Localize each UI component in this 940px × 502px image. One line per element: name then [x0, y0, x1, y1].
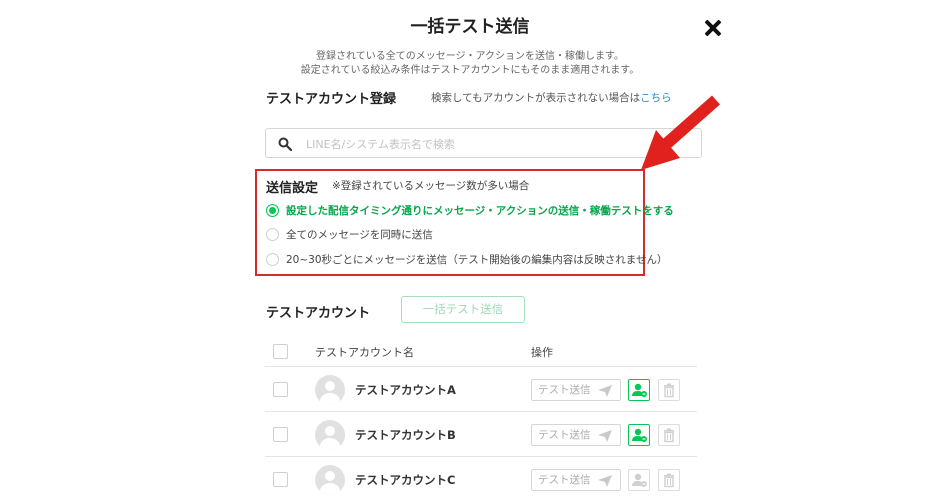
radio-label: 設定した配信タイミング通りにメッセージ・アクションの送信・稼働テストをする	[286, 204, 674, 217]
user-add-icon	[632, 473, 647, 487]
test-send-label: テスト送信	[538, 384, 591, 396]
send-settings-note: ※登録されているメッセージ数が多い場合	[332, 180, 530, 192]
trash-icon	[664, 383, 674, 398]
test-send-button[interactable]: テスト送信	[531, 379, 621, 401]
radio-option-simultaneous[interactable]: 全てのメッセージを同時に送信	[266, 226, 433, 242]
trash-icon	[664, 428, 674, 443]
dialog-description-line1: 登録されている全てのメッセージ・アクションを送信・稼働します。	[316, 51, 624, 62]
search-input[interactable]	[304, 132, 688, 156]
paper-plane-icon	[598, 430, 612, 442]
search-icon	[278, 137, 292, 151]
avatar	[315, 465, 345, 495]
radio-option-interval[interactable]: 20~30秒ごとにメッセージを送信（テスト開始後の編集内容は反映されません）	[266, 251, 668, 267]
test-accounts-title: テストアカウント	[266, 306, 371, 321]
paper-plane-icon	[598, 475, 612, 487]
user-add-button[interactable]	[628, 379, 650, 401]
column-header-operation: 操作	[531, 346, 553, 359]
delete-button[interactable]	[658, 469, 680, 491]
table-row: テストアカウントA テスト送信	[265, 367, 697, 412]
user-add-icon	[632, 383, 647, 397]
help-text-body: 検索してもアカウントが表示されない場合は	[431, 92, 641, 104]
row-checkbox[interactable]	[273, 382, 288, 397]
account-name: テストアカウントB	[355, 428, 456, 442]
avatar	[315, 420, 345, 450]
radio-button[interactable]	[266, 252, 279, 266]
test-send-button[interactable]: テスト送信	[531, 424, 621, 446]
paper-plane-icon	[598, 385, 612, 397]
account-name: テストアカウントA	[355, 383, 456, 397]
registration-title: テストアカウント登録	[266, 92, 397, 107]
row-checkbox[interactable]	[273, 472, 288, 487]
user-add-button[interactable]	[628, 424, 650, 446]
close-icon[interactable]	[701, 16, 725, 40]
radio-button-selected[interactable]	[266, 203, 279, 217]
radio-option-timing[interactable]: 設定した配信タイミング通りにメッセージ・アクションの送信・稼働テストをする	[266, 202, 674, 218]
table-row: テストアカウントC テスト送信	[265, 457, 697, 502]
table-row: テストアカウントB テスト送信	[265, 412, 697, 457]
trash-icon	[664, 473, 674, 488]
dialog-title: 一括テスト送信	[410, 17, 530, 37]
column-header-name: テストアカウント名	[315, 346, 414, 359]
bulk-test-send-button[interactable]: 一括テスト送信	[401, 296, 525, 323]
delete-button[interactable]	[658, 424, 680, 446]
account-name: テストアカウントC	[355, 473, 456, 487]
user-add-icon	[632, 428, 647, 442]
select-all-checkbox[interactable]	[273, 344, 288, 359]
row-checkbox[interactable]	[273, 427, 288, 442]
test-send-label: テスト送信	[538, 474, 591, 486]
test-send-button[interactable]: テスト送信	[531, 469, 621, 491]
user-add-button[interactable]	[628, 469, 650, 491]
radio-label: 全てのメッセージを同時に送信	[286, 228, 433, 241]
test-send-label: テスト送信	[538, 429, 591, 441]
red-arrow	[641, 95, 720, 170]
radio-button[interactable]	[266, 227, 279, 241]
dialog-description-line2: 設定されている絞込み条件はテストアカウントにもそのまま適用されます。	[300, 65, 640, 76]
send-settings-title: 送信設定	[266, 181, 319, 196]
delete-button[interactable]	[658, 379, 680, 401]
radio-label: 20~30秒ごとにメッセージを送信（テスト開始後の編集内容は反映されません）	[286, 253, 668, 266]
avatar	[315, 375, 345, 405]
